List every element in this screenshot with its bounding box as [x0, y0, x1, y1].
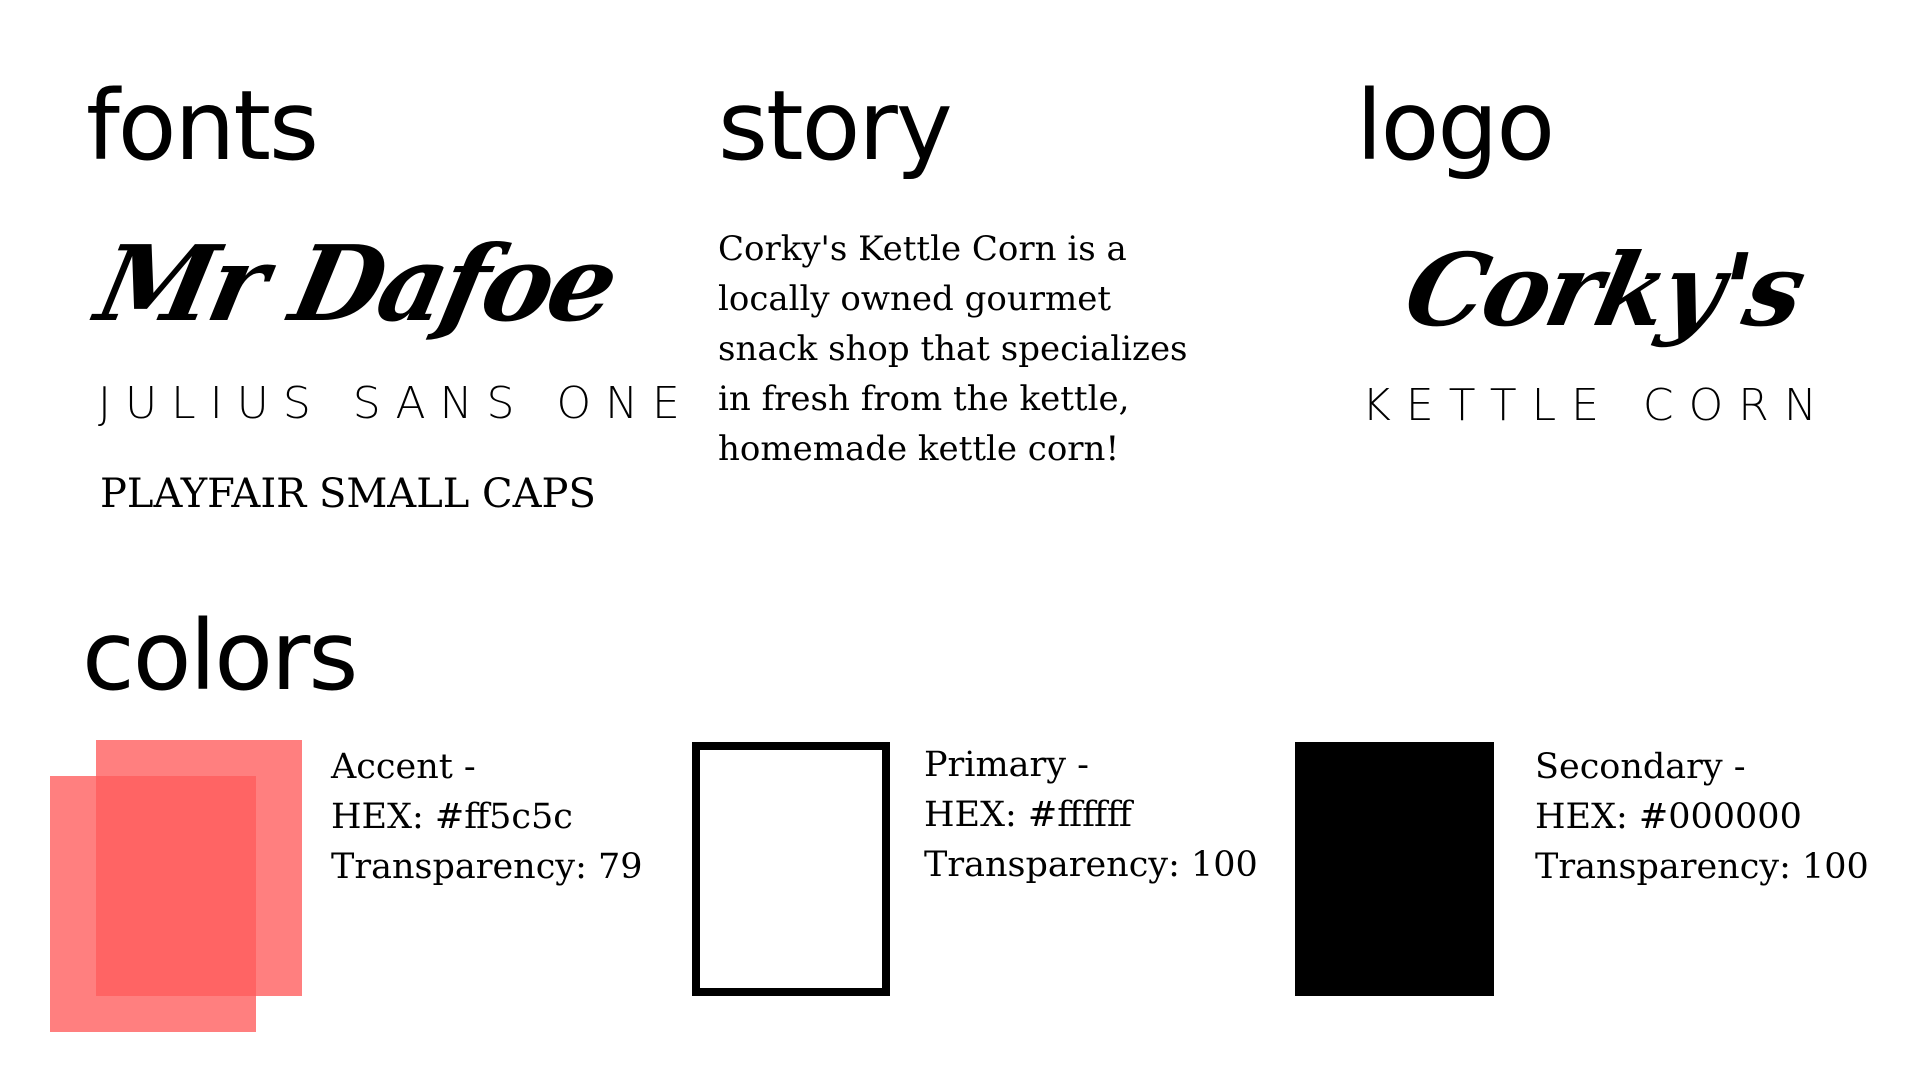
fonts-heading: fonts — [86, 70, 319, 182]
colors-heading: colors — [82, 600, 358, 712]
accent-swatch — [50, 740, 304, 1032]
story-heading: story — [718, 70, 953, 182]
logo-heading: logo — [1356, 70, 1555, 182]
swatch-hex: HEX: #ff5c5c — [331, 797, 573, 837]
swatch-name: Accent - — [331, 747, 476, 787]
swatch-name: Primary - — [924, 745, 1089, 785]
accent-swatch-info: Accent - HEX: #ff5c5c Transparency: 79 — [331, 742, 643, 892]
primary-swatch-info: Primary - HEX: #ffffff Transparency: 100 — [924, 740, 1258, 890]
story-line: homemade kettle corn! — [718, 429, 1120, 469]
script-font-sample: Mr Dafoe — [87, 222, 626, 345]
sans-font-sample: JULIUS SANS ONE — [98, 378, 694, 429]
logo-wordmark: Corky's — [1395, 231, 1813, 349]
story-paragraph: Corky's Kettle Corn is a locally owned g… — [718, 224, 1188, 474]
logo-tagline: KETTLE CORN — [1362, 380, 1832, 431]
secondary-swatch — [1295, 742, 1494, 996]
story-line: in fresh from the kettle, — [718, 379, 1130, 419]
swatch-transparency: Transparency: 79 — [331, 847, 643, 887]
story-line: snack shop that specializes — [718, 329, 1188, 369]
serif-font-sample: PLAYFAIR SMALL CAPS — [100, 471, 596, 517]
accent-swatch-front — [50, 776, 256, 1032]
swatch-hex: HEX: #ffffff — [924, 795, 1132, 835]
swatch-transparency: Transparency: 100 — [1535, 847, 1869, 887]
swatch-hex: HEX: #000000 — [1535, 797, 1802, 837]
story-line: locally owned gourmet — [718, 279, 1111, 319]
swatch-name: Secondary - — [1535, 747, 1746, 787]
secondary-swatch-info: Secondary - HEX: #000000 Transparency: 1… — [1535, 742, 1869, 892]
primary-swatch — [692, 742, 890, 996]
swatch-transparency: Transparency: 100 — [924, 845, 1258, 885]
story-line: Corky's Kettle Corn is a — [718, 229, 1127, 269]
